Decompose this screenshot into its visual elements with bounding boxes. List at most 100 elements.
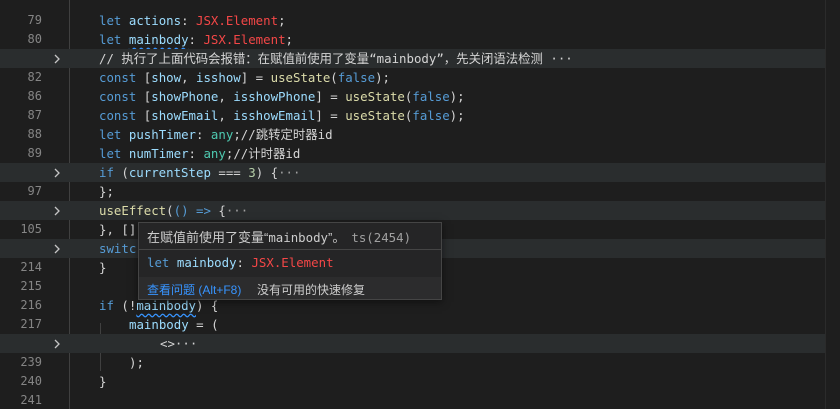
punctuation: ; bbox=[278, 13, 286, 28]
variable[interactable]: mainbody bbox=[136, 298, 196, 313]
error-hover-tooltip: 在赋值前使用了变量“mainbody”。 ts(2454) let mainbod… bbox=[138, 222, 442, 300]
punctuation: { bbox=[218, 203, 226, 218]
type-signature: let mainbody: JSX.Element bbox=[147, 255, 334, 270]
error-message: 在赋值前使用了变量“mainbody”。 ts(2454) bbox=[147, 230, 412, 245]
variable: show bbox=[151, 70, 182, 85]
punctuation: ); bbox=[449, 108, 465, 123]
fold-chevron-right-icon[interactable] bbox=[50, 239, 64, 258]
fold-chevron-right-icon[interactable] bbox=[50, 334, 64, 353]
variable: currentStep bbox=[128, 165, 211, 180]
keyword: const bbox=[99, 89, 137, 104]
function-name: useEffect bbox=[99, 203, 167, 218]
code-line[interactable]: 80 let actions: JSX.Element; bbox=[0, 11, 826, 46]
code-line[interactable]: 97 if (currentStep === 3) {··· bbox=[0, 163, 826, 198]
punctuation: ; bbox=[285, 32, 293, 47]
literal: false bbox=[412, 108, 450, 123]
code-line[interactable]: 98 }; bbox=[0, 182, 826, 217]
code-line[interactable]: 81 let mainbody: JSX.Element; bbox=[0, 30, 826, 65]
variable: actions bbox=[128, 13, 182, 28]
punctuation: ( bbox=[166, 203, 174, 218]
punctuation: [ bbox=[136, 108, 152, 123]
punctuation: [ bbox=[136, 89, 152, 104]
function-name: useState bbox=[345, 108, 405, 123]
type-name: any bbox=[203, 146, 226, 161]
keyword: let bbox=[99, 146, 122, 161]
code-line[interactable]: 82 // 执行了上面代码会报错：在赋值前使用了变量“mainbody”，先关闭… bbox=[0, 49, 826, 84]
fold-chevron-right-icon[interactable] bbox=[50, 163, 64, 182]
error-code: ts(2454) bbox=[351, 230, 412, 245]
code-line[interactable]: 240 ); bbox=[0, 353, 826, 388]
type-name: JSX.Element bbox=[196, 13, 279, 28]
keyword: switc bbox=[99, 241, 137, 256]
punctuation: = ( bbox=[188, 317, 219, 332]
no-quick-fix-label: 没有可用的快速修复 bbox=[257, 283, 366, 297]
line-number: 241 bbox=[20, 393, 42, 407]
code-line[interactable]: 239 <>··· bbox=[0, 334, 826, 369]
code-text: } bbox=[99, 374, 107, 389]
type-name: JSX.Element bbox=[203, 32, 286, 47]
code-comment: ;//计时器id bbox=[225, 146, 301, 161]
folded-ellipsis[interactable]: ··· bbox=[226, 203, 248, 218]
punctuation: , bbox=[181, 70, 196, 85]
vertical-scrollbar[interactable] bbox=[825, 0, 840, 409]
code-editor[interactable]: 79 80 let actions: JSX.Element; 81 let m… bbox=[0, 0, 840, 409]
punctuation: ] = bbox=[240, 70, 271, 85]
keyword: if bbox=[99, 165, 114, 180]
punctuation: , bbox=[218, 108, 234, 123]
punctuation: ] = bbox=[315, 108, 346, 123]
code-line[interactable]: 89 let pushTimer: any;//跳转定时器id bbox=[0, 125, 826, 160]
keyword: if bbox=[99, 298, 114, 313]
code-line[interactable]: 88 const [showEmail, isshowEmail] = useS… bbox=[0, 106, 826, 141]
fold-chevron-right-icon[interactable] bbox=[50, 49, 64, 68]
number: 3 bbox=[248, 165, 256, 180]
folded-ellipsis[interactable]: ··· bbox=[278, 165, 300, 180]
keyword: const bbox=[99, 108, 137, 123]
code-line[interactable]: 241 } bbox=[0, 372, 826, 407]
punctuation: ] = bbox=[315, 89, 346, 104]
punctuation: ); bbox=[449, 89, 465, 104]
punctuation: : bbox=[196, 127, 211, 142]
code-line[interactable]: 87 const [showPhone, isshowPhone] = useS… bbox=[0, 87, 826, 122]
code-text: } bbox=[99, 260, 107, 275]
variable: isshow bbox=[196, 70, 241, 85]
code-comment: ;//跳转定时器id bbox=[233, 127, 333, 142]
punctuation: , bbox=[218, 89, 234, 104]
keyword: let bbox=[99, 127, 122, 142]
variable: isshowEmail bbox=[233, 108, 316, 123]
punctuation: : bbox=[181, 13, 196, 28]
variable: mainbody bbox=[129, 317, 189, 332]
punctuation: ) { bbox=[255, 165, 279, 180]
fold-chevron-right-icon[interactable] bbox=[50, 201, 64, 220]
keyword: const bbox=[99, 70, 137, 85]
punctuation: ( bbox=[113, 165, 129, 180]
punctuation: ) { bbox=[196, 298, 219, 313]
hover-actions-bar: 查看问题 (Alt+F8) 没有可用的快速修复 bbox=[139, 277, 441, 299]
code-comment: // 执行了上面代码会报错：在赋值前使用了变量“mainbody”，先关闭语法检… bbox=[99, 51, 573, 66]
code-line[interactable]: 86 const [show, isshow] = useState(false… bbox=[0, 68, 826, 103]
variable: isshowPhone bbox=[233, 89, 316, 104]
jsx-fragment[interactable]: <>··· bbox=[160, 334, 197, 353]
function-name: useState bbox=[345, 89, 405, 104]
error-variable: mainbody bbox=[268, 230, 329, 245]
view-problem-link[interactable]: 查看问题 (Alt+F8) bbox=[147, 281, 241, 298]
variable: numTimer bbox=[128, 146, 189, 161]
variable: showPhone bbox=[151, 89, 219, 104]
operator: === bbox=[210, 165, 249, 180]
arrow-function: () => bbox=[173, 203, 219, 218]
variable: showEmail bbox=[151, 108, 219, 123]
code-line[interactable]: 79 bbox=[0, 0, 826, 27]
function-name: useState bbox=[270, 70, 331, 85]
code-text: }, [] bbox=[99, 222, 137, 237]
code-line[interactable]: 218 mainbody = ( bbox=[0, 315, 826, 350]
code-text: ); bbox=[129, 355, 144, 370]
code-line[interactable]: 105 useEffect(() => {··· bbox=[0, 201, 826, 236]
variable: pushTimer bbox=[128, 127, 196, 142]
punctuation: [ bbox=[136, 70, 152, 85]
punctuation: : bbox=[188, 146, 204, 161]
type-name: any bbox=[210, 127, 234, 142]
code-line[interactable]: 90 let numTimer: any;//计时器id bbox=[0, 144, 826, 179]
literal: false bbox=[337, 70, 376, 85]
variable: mainbody bbox=[128, 32, 189, 47]
punctuation: ( bbox=[330, 70, 338, 85]
punctuation: ); bbox=[375, 70, 390, 85]
